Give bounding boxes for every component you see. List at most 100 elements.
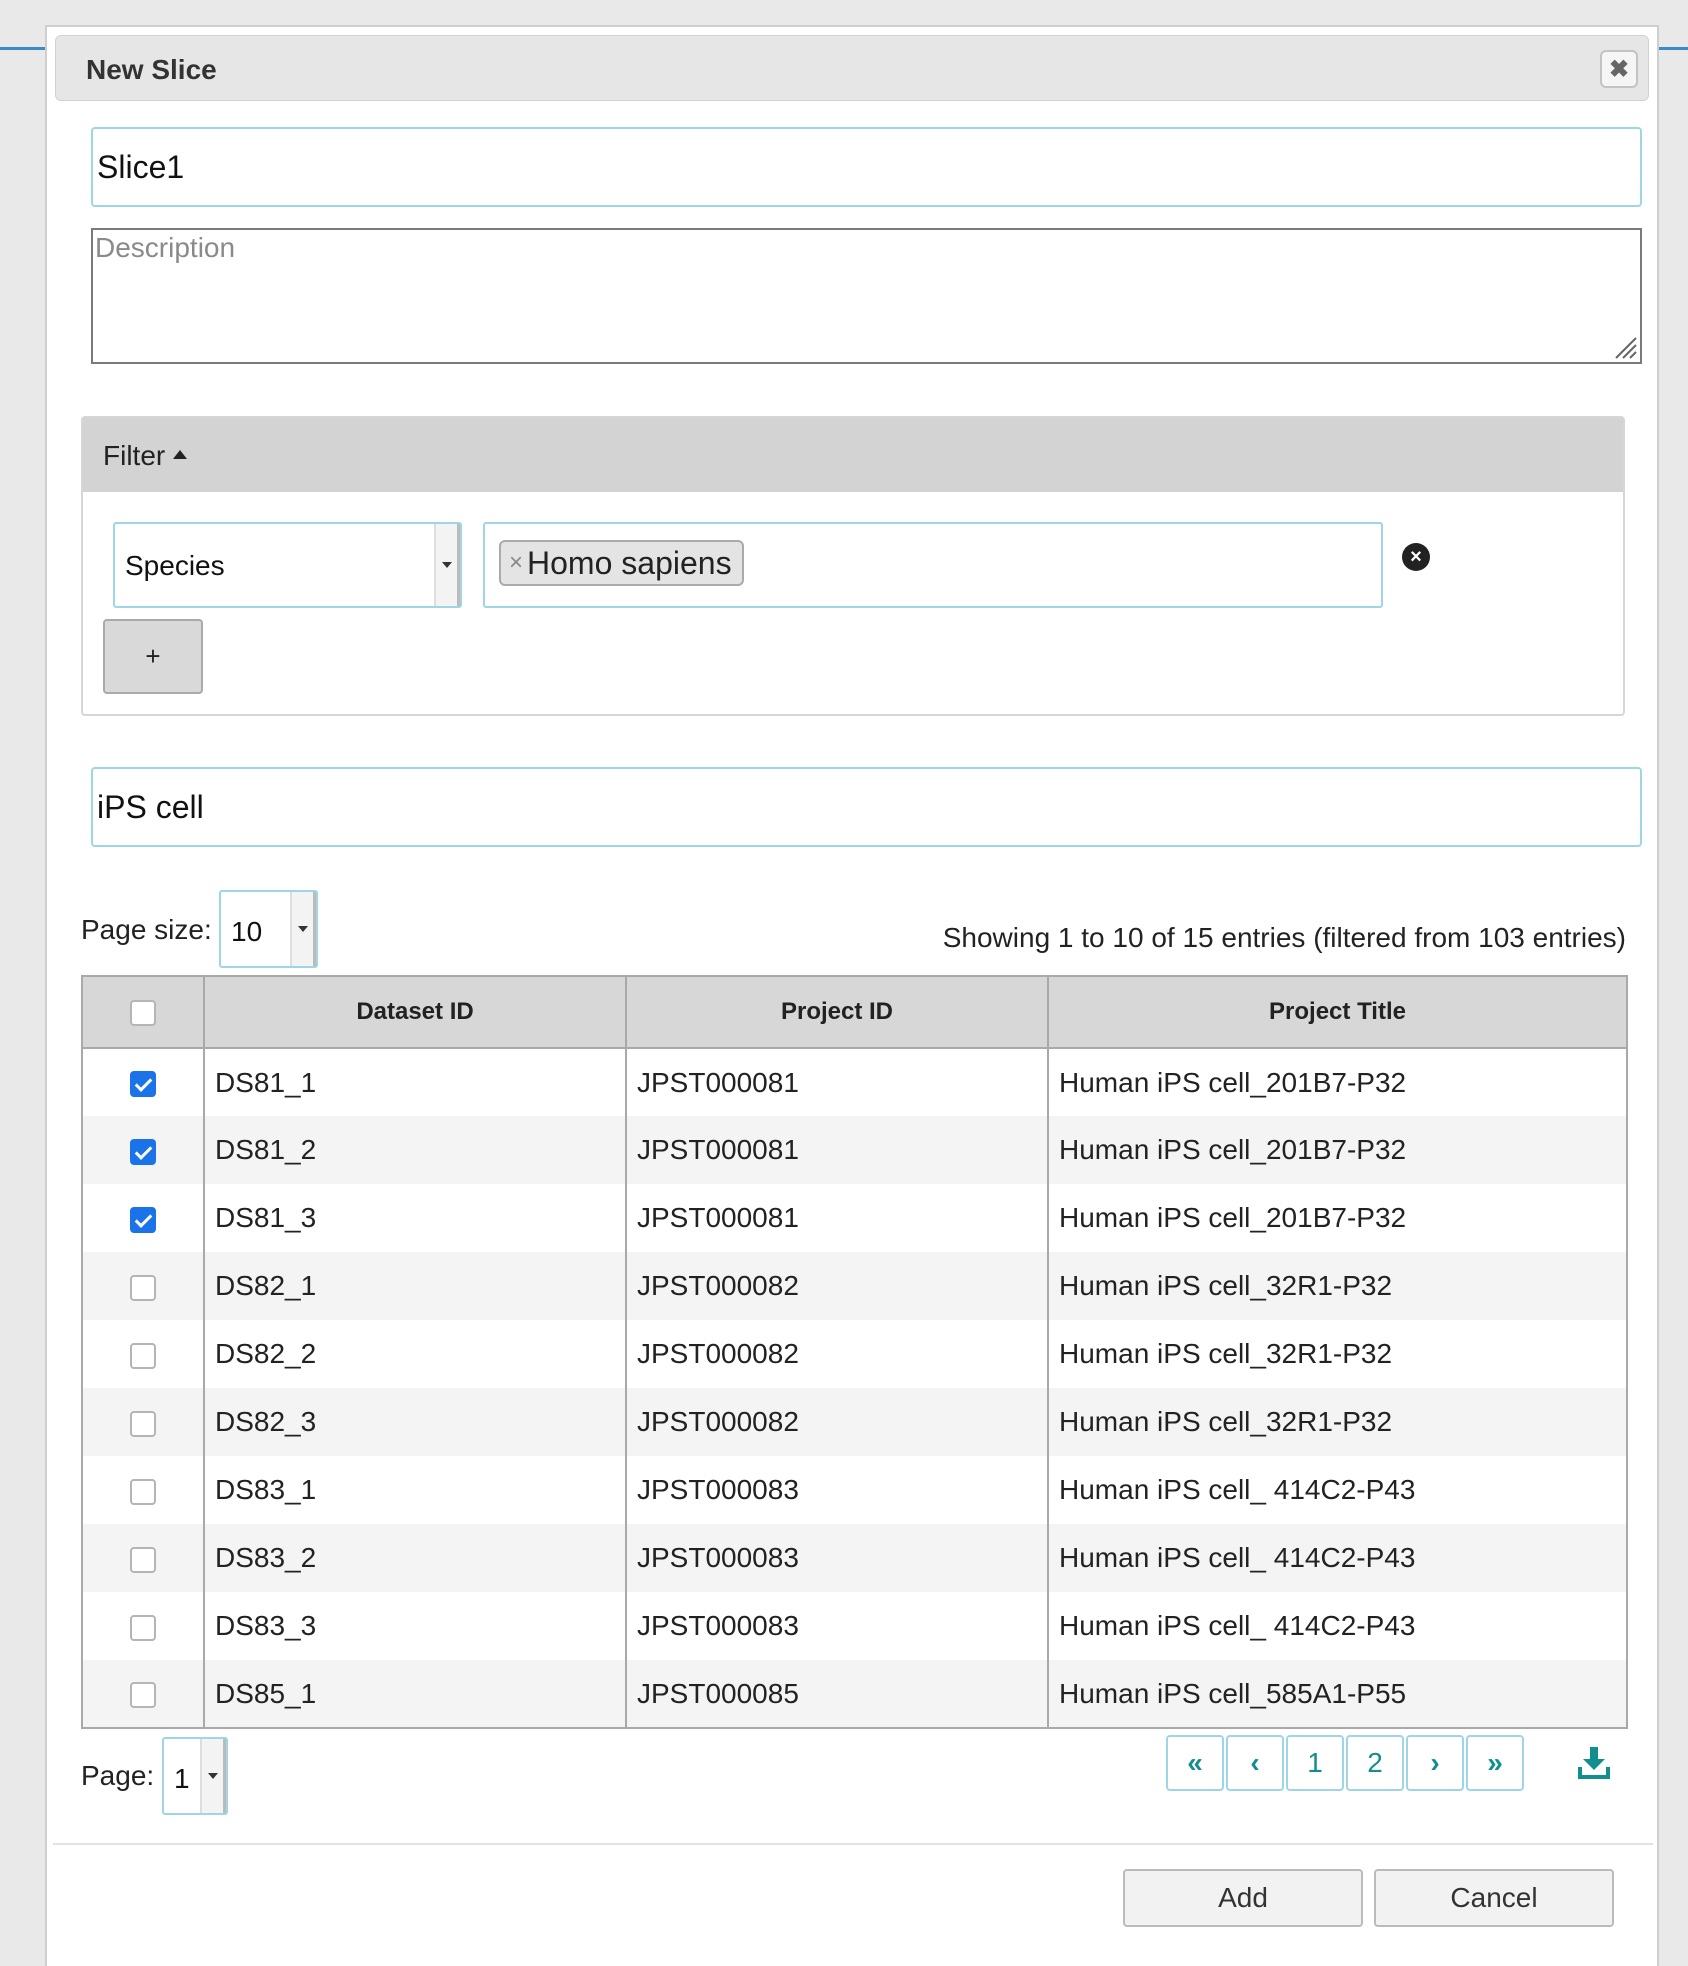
cell-dataset-id: DS83_1 [203,1456,627,1524]
cell-project-title: Human iPS cell_32R1-P32 [1047,1252,1628,1320]
cell-project-id: JPST000083 [625,1592,1049,1660]
row-checkbox[interactable] [130,1478,156,1505]
cell-project-id: JPST000085 [625,1660,1049,1729]
filter-value-multiselect[interactable]: × Homo sapiens [483,522,1383,608]
slice-name-input[interactable] [91,127,1642,207]
row-select-cell [81,1252,205,1320]
cancel-button[interactable]: Cancel [1374,1869,1614,1927]
clear-circle-icon[interactable]: × [1402,543,1430,571]
selected-tag-label: Homo sapiens [527,544,732,581]
table-row[interactable]: DS82_3 JPST000082 Human iPS cell_32R1-P32 [81,1388,1628,1456]
table-row[interactable]: DS82_1 JPST000082 Human iPS cell_32R1-P32 [81,1252,1628,1320]
download-icon[interactable] [1578,1745,1610,1779]
cell-project-id: JPST000083 [625,1456,1049,1524]
table-body: DS81_1 JPST000081 Human iPS cell_201B7-P32… [81,1048,1628,1729]
column-header-project-title[interactable]: Project Title [1047,975,1628,1049]
cell-project-title: Human iPS cell_ 414C2-P43 [1047,1524,1628,1592]
cell-dataset-id: DS83_2 [203,1524,627,1592]
cell-project-id: JPST000082 [625,1320,1049,1388]
chevron-down-icon[interactable] [200,1739,226,1813]
cell-dataset-id: DS81_3 [203,1184,627,1252]
table-row[interactable]: DS83_1 JPST000083 Human iPS cell_ 414C2-P4… [81,1456,1628,1524]
page-select[interactable]: 1 [162,1737,228,1815]
filter-header[interactable]: Filter [83,418,1623,492]
cell-dataset-id: DS81_1 [203,1048,627,1116]
table-row[interactable]: DS81_2 JPST000081 Human iPS cell_201B7-P32 [81,1116,1628,1184]
cell-project-title: Human iPS cell_32R1-P32 [1047,1388,1628,1456]
row-checkbox[interactable] [130,1342,156,1369]
first-page-button[interactable]: « [1166,1735,1224,1791]
chevron-down-icon[interactable] [290,892,316,966]
cell-dataset-id: DS81_2 [203,1116,627,1184]
row-checkbox[interactable] [130,1206,156,1233]
row-checkbox[interactable] [130,1614,156,1641]
footer-divider [53,1843,1653,1845]
add-filter-button[interactable]: + [103,619,203,694]
close-icon: ✖ [1608,55,1630,83]
select-all-checkbox[interactable] [130,999,156,1026]
caret-up-icon [173,450,188,460]
row-select-cell [81,1524,205,1592]
cell-project-id: JPST000082 [625,1388,1049,1456]
column-header-project-id[interactable]: Project ID [625,975,1049,1049]
next-page-button[interactable]: › [1406,1735,1464,1791]
background-line-left [0,47,45,50]
page-2-button[interactable]: 2 [1346,1735,1404,1791]
page-size-label: Page size: [81,914,212,945]
previous-page-button[interactable]: ‹ [1226,1735,1284,1791]
cell-project-id: JPST000081 [625,1048,1049,1116]
remove-tag-icon[interactable]: × [509,549,523,577]
row-select-cell [81,1388,205,1456]
cell-project-id: JPST000082 [625,1252,1049,1320]
page-size-select[interactable]: 10 [219,890,318,968]
table-row[interactable]: DS81_3 JPST000081 Human iPS cell_201B7-P32 [81,1184,1628,1252]
row-checkbox[interactable] [130,1410,156,1437]
filter-label: Filter [103,440,166,471]
table-row[interactable]: DS82_2 JPST000082 Human iPS cell_32R1-P32 [81,1320,1628,1388]
datasets-table: Dataset ID Project ID Project Title DS81… [81,975,1628,1729]
search-input[interactable] [91,767,1642,847]
filter-field-select[interactable]: Species [113,522,462,608]
row-checkbox[interactable] [130,1071,156,1098]
close-button[interactable]: ✖ [1600,50,1638,88]
cell-dataset-id: DS85_1 [203,1660,627,1729]
page-1-button[interactable]: 1 [1286,1735,1344,1791]
cell-project-title: Human iPS cell_ 414C2-P43 [1047,1592,1628,1660]
cell-dataset-id: DS82_2 [203,1320,627,1388]
row-select-cell [81,1320,205,1388]
table-row[interactable]: DS85_1 JPST000085 Human iPS cell_585A1-P55 [81,1660,1628,1729]
add-button[interactable]: Add [1123,1869,1363,1927]
page-size-value: 10 [231,916,263,947]
page-label: Page: [81,1760,155,1791]
resize-grip-icon[interactable] [1612,334,1638,360]
select-all-header [81,975,205,1049]
row-select-cell [81,1184,205,1252]
description-textarea[interactable] [91,228,1642,364]
cell-project-id: JPST000083 [625,1524,1049,1592]
last-page-button[interactable]: » [1466,1735,1524,1791]
cell-project-title: Human iPS cell_201B7-P32 [1047,1116,1628,1184]
row-checkbox[interactable] [130,1138,156,1165]
table-row[interactable]: DS83_2 JPST000083 Human iPS cell_ 414C2-P4… [81,1524,1628,1592]
background-line-right [1659,47,1688,50]
row-checkbox[interactable] [130,1546,156,1573]
column-header-dataset-id[interactable]: Dataset ID [203,975,627,1049]
cell-dataset-id: DS82_1 [203,1252,627,1320]
dialog-titlebar[interactable]: New Slice ✖ [55,35,1649,101]
cell-project-id: JPST000081 [625,1184,1049,1252]
row-select-cell [81,1116,205,1184]
row-checkbox[interactable] [130,1274,156,1301]
table-row[interactable]: DS83_3 JPST000083 Human iPS cell_ 414C2-P4… [81,1592,1628,1660]
table-header-row: Dataset ID Project ID Project Title [81,975,1628,1049]
row-select-cell [81,1660,205,1729]
row-select-cell [81,1456,205,1524]
cell-project-title: Human iPS cell_201B7-P32 [1047,1048,1628,1116]
row-checkbox[interactable] [130,1682,156,1709]
entries-info: Showing 1 to 10 of 15 entries (filtered … [942,922,1626,953]
row-select-cell [81,1048,205,1116]
table-row[interactable]: DS81_1 JPST000081 Human iPS cell_201B7-P32 [81,1048,1628,1116]
row-select-cell [81,1592,205,1660]
chevron-down-icon[interactable] [434,524,460,606]
dialog-title: New Slice [86,54,217,85]
cell-dataset-id: DS82_3 [203,1388,627,1456]
